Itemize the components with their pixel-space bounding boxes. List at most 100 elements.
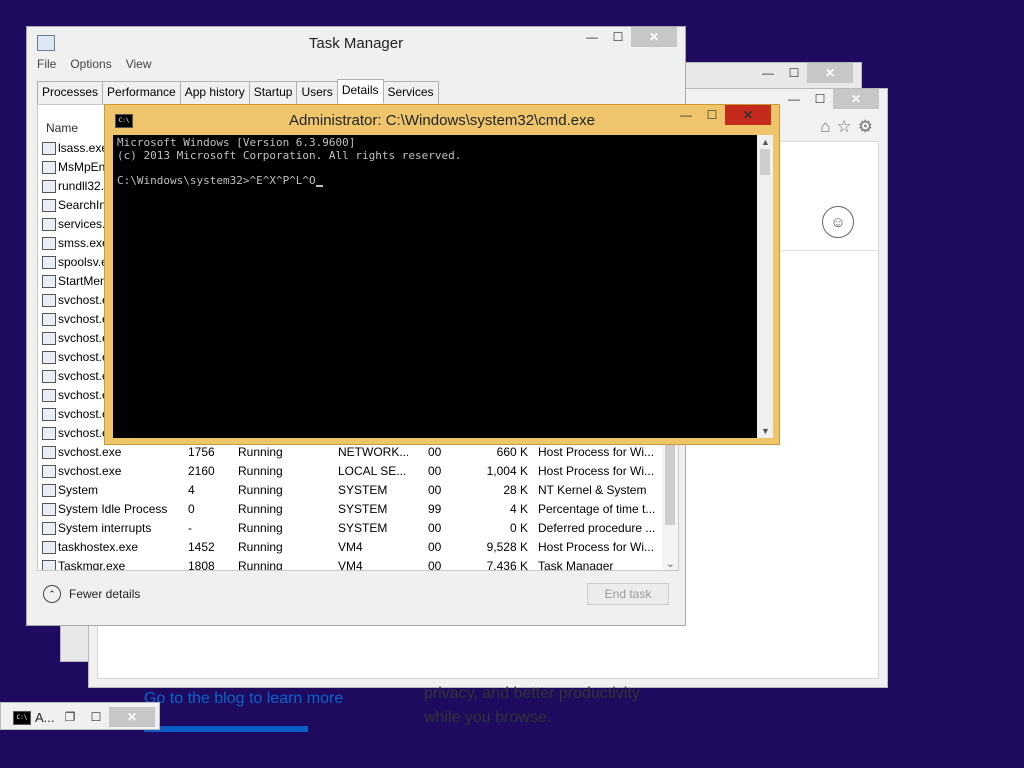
star-icon[interactable]: ☆	[837, 117, 852, 137]
tab-users[interactable]: Users	[296, 81, 338, 106]
minimize-button[interactable]: —	[579, 27, 605, 47]
close-button[interactable]: ✕	[807, 63, 853, 83]
process-description: Host Process for Wi...	[538, 445, 655, 459]
user-icon[interactable]: ☺	[822, 206, 854, 238]
scroll-down-icon[interactable]: ⌄	[666, 557, 675, 570]
process-name: Taskmgr.exe	[58, 559, 126, 571]
text-cursor	[315, 175, 323, 187]
maximize-button[interactable]: ☐	[781, 63, 807, 83]
tab-strip: Processes Performance App history Startu…	[37, 79, 439, 106]
process-description: Host Process for Wi...	[538, 464, 655, 478]
table-row[interactable]: svchost.exe 1756 Running NETWORK... 00 660 K H…	[38, 443, 678, 462]
process-pid: 4	[188, 483, 195, 497]
process-cpu: 00	[428, 483, 442, 497]
process-status: Running	[238, 521, 283, 535]
table-row[interactable]: Taskmgr.exe 1808 Running VM4 00 7,436 K Task M…	[38, 557, 678, 571]
maximize-button[interactable]: ☐	[699, 105, 725, 125]
blog-link[interactable]: Go to the blog to learn more	[144, 690, 343, 708]
minimized-title: A...	[35, 710, 55, 725]
maximize-button[interactable]: ☐	[83, 707, 109, 727]
restore-button[interactable]: ❐	[57, 707, 83, 727]
process-icon	[42, 199, 56, 212]
minimize-button[interactable]: —	[781, 89, 807, 109]
table-row[interactable]: System interrupts - Running SYSTEM 00 0 K Defe…	[38, 519, 678, 538]
privacy-line: privacy, and better productivity	[424, 685, 640, 702]
tab-performance[interactable]: Performance	[102, 81, 181, 106]
scroll-up-icon[interactable]: ▲	[761, 137, 770, 147]
tab-details[interactable]: Details	[336, 79, 384, 104]
window-controls: ❐ ☐ ✕	[57, 707, 155, 727]
console-text: Microsoft Windows [Version 6.3.9600] (c)…	[117, 136, 462, 187]
menu-file[interactable]: File	[37, 57, 56, 71]
process-cpu: 00	[428, 464, 442, 478]
process-pid: -	[188, 521, 192, 535]
table-row[interactable]: System 4 Running SYSTEM 00 28 K NT Kernel & Sy…	[38, 481, 678, 500]
minimize-button[interactable]: —	[673, 105, 699, 125]
gear-icon[interactable]: ⚙	[858, 117, 873, 137]
close-button[interactable]: ✕	[631, 27, 677, 47]
process-cpu: 00	[428, 559, 442, 571]
process-icon	[42, 313, 56, 326]
minimize-button[interactable]: —	[755, 63, 781, 83]
tab-services[interactable]: Services	[382, 81, 439, 106]
process-name: System	[58, 483, 99, 497]
command-prompt-window[interactable]: C:\ Administrator: C:\Windows\system32\c…	[104, 104, 780, 445]
close-button[interactable]: ✕	[833, 89, 879, 109]
column-header-name[interactable]: Name	[46, 121, 78, 135]
window-controls: — ☐ ✕	[755, 63, 853, 83]
process-status: Running	[238, 483, 283, 497]
process-cpu: 99	[428, 502, 442, 516]
close-button[interactable]: ✕	[109, 707, 155, 727]
process-cpu: 00	[428, 445, 442, 459]
process-user: VM4	[338, 559, 363, 571]
process-icon	[42, 541, 56, 554]
maximize-button[interactable]: ☐	[605, 27, 631, 47]
console-output[interactable]: Microsoft Windows [Version 6.3.9600] (c)…	[113, 135, 773, 438]
process-memory: 28 K	[503, 483, 528, 497]
process-icon	[42, 351, 56, 364]
table-row[interactable]: taskhostex.exe 1452 Running VM4 00 9,528 K Hos…	[38, 538, 678, 557]
process-name: taskhostex.exe	[58, 540, 139, 554]
browser-toolbar-icons: ⌂ ☆ ⚙	[820, 117, 873, 137]
process-user: SYSTEM	[338, 483, 388, 497]
process-pid: 1756	[188, 445, 215, 459]
vertical-scrollbar[interactable]: ▲ ▼	[757, 135, 773, 438]
scroll-down-icon[interactable]: ▼	[761, 426, 770, 436]
process-user: LOCAL SE...	[338, 464, 407, 478]
process-icon	[42, 484, 56, 497]
window-controls: — ☐ ✕	[673, 105, 771, 125]
end-task-button[interactable]: End task	[587, 583, 669, 605]
process-icon	[42, 465, 56, 478]
table-row[interactable]: svchost.exe 2160 Running LOCAL SE... 00 1,004…	[38, 462, 678, 481]
fewer-details-button[interactable]: ⌃ Fewer details	[43, 585, 140, 603]
tab-app-history[interactable]: App history	[179, 81, 250, 106]
process-cpu: 00	[428, 540, 442, 554]
home-icon[interactable]: ⌂	[820, 117, 830, 137]
window-controls: — ☐ ✕	[781, 89, 879, 109]
tab-startup[interactable]: Startup	[248, 81, 298, 106]
process-icon	[42, 275, 56, 288]
close-button[interactable]: ✕	[725, 105, 771, 125]
fewer-details-label: Fewer details	[69, 587, 141, 601]
window-controls: — ☐ ✕	[579, 27, 677, 47]
table-row[interactable]: System Idle Process 0 Running SYSTEM 99 4 K Pe…	[38, 500, 678, 519]
process-memory: 7,436 K	[486, 559, 528, 571]
menu-view[interactable]: View	[126, 57, 152, 71]
process-status: Running	[238, 445, 283, 459]
process-icon	[42, 237, 56, 250]
privacy-line: while you browse.	[424, 709, 552, 726]
process-icon	[42, 218, 56, 231]
menu-options[interactable]: Options	[70, 57, 111, 71]
process-name: svchost.exe	[58, 464, 122, 478]
title-bar[interactable]: Task Manager — ☐ ✕	[27, 27, 685, 59]
maximize-button[interactable]: ☐	[807, 89, 833, 109]
process-memory: 660 K	[496, 445, 528, 459]
process-icon	[42, 142, 56, 155]
process-user: SYSTEM	[338, 502, 388, 516]
scrollbar-thumb[interactable]	[760, 149, 770, 175]
scrollbar-thumb[interactable]	[665, 445, 675, 525]
minimized-window[interactable]: C:\ A... ❐ ☐ ✕	[0, 702, 160, 730]
tab-processes[interactable]: Processes	[37, 81, 104, 106]
process-icon	[42, 522, 56, 535]
process-pid: 0	[188, 502, 195, 516]
